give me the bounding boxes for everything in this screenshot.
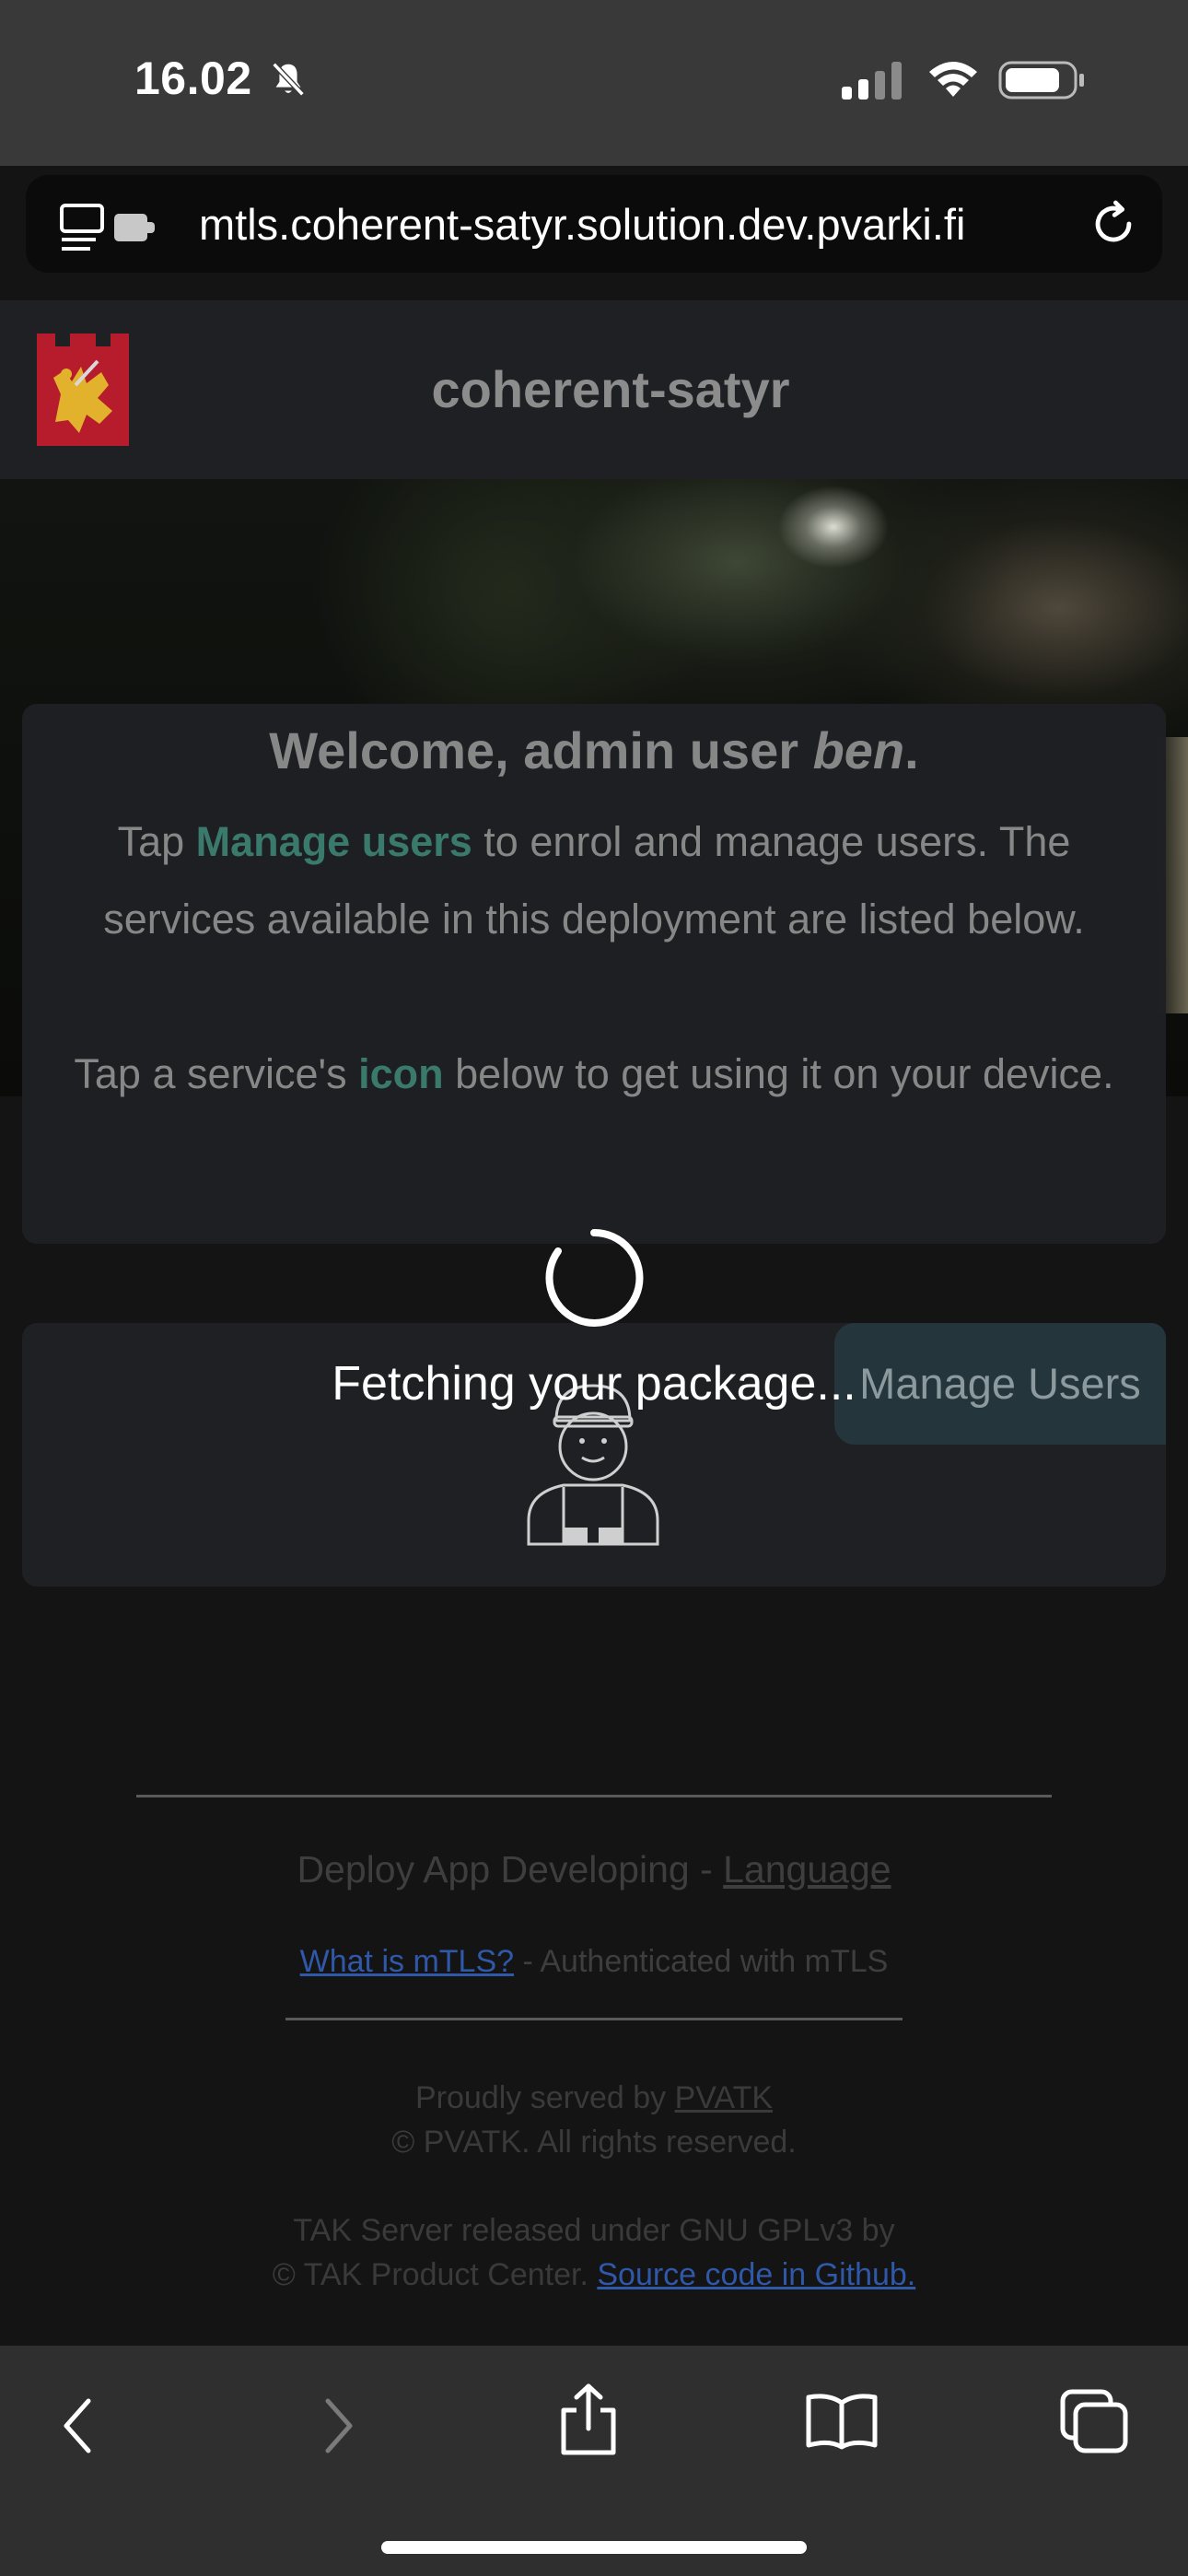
source-code-link[interactable]: Source code in Github. bbox=[597, 2257, 915, 2292]
footer-divider-top bbox=[136, 1795, 1052, 1797]
back-icon[interactable] bbox=[59, 2395, 96, 2456]
status-bar: 16.02 bbox=[0, 0, 1188, 166]
p1-text-before: Tap bbox=[117, 818, 196, 865]
loading-spinner-icon bbox=[545, 1228, 644, 1327]
what-is-mtls-link[interactable]: What is mTLS? bbox=[300, 1944, 514, 1979]
welcome-card: Welcome, admin user ben. Tap Manage user… bbox=[22, 704, 1166, 1244]
home-indicator bbox=[381, 2541, 807, 2554]
footer-served-by: Proudly served by PVATK bbox=[0, 2080, 1188, 2116]
welcome-title: Welcome, admin user ben. bbox=[22, 720, 1166, 780]
mtls-status-text: - Authenticated with mTLS bbox=[514, 1944, 889, 1979]
loading-text: Fetching your package... bbox=[332, 1357, 856, 1411]
footer-tak-license: TAK Server released under GNU GPLv3 by bbox=[293, 2213, 895, 2248]
footer-app-text: Deploy App Developing - bbox=[297, 1848, 724, 1891]
footer-app-line: Deploy App Developing - Language bbox=[0, 1848, 1188, 1891]
status-time: 16.02 bbox=[134, 53, 252, 104]
tak-copyright-text: © TAK Product Center. bbox=[272, 2257, 598, 2292]
footer-tak-copyright: © TAK Product Center. Source code in Git… bbox=[0, 2257, 1188, 2293]
address-bar[interactable]: mtls.coherent-satyr.solution.dev.pvarki.… bbox=[26, 175, 1162, 273]
footer-mtls-line: What is mTLS? - Authenticated with mTLS bbox=[0, 1944, 1188, 1980]
welcome-paragraph-2: Tap a service's icon below to get using … bbox=[50, 1036, 1138, 1113]
p2-text-after: below to get using it on your device. bbox=[443, 1050, 1114, 1097]
reload-icon[interactable] bbox=[1087, 197, 1140, 251]
share-icon[interactable] bbox=[556, 2383, 621, 2456]
icon-highlight: icon bbox=[358, 1050, 444, 1097]
site-header: coherent-satyr bbox=[0, 300, 1188, 479]
welcome-username: ben bbox=[812, 721, 905, 779]
welcome-title-suffix: . bbox=[904, 721, 919, 779]
bookmarks-icon[interactable] bbox=[805, 2392, 879, 2451]
url-text[interactable]: mtls.coherent-satyr.solution.dev.pvarki.… bbox=[199, 199, 965, 250]
welcome-title-prefix: Welcome, admin user bbox=[269, 721, 813, 779]
site-title: coherent-satyr bbox=[431, 360, 790, 418]
p2-text-before: Tap a service's bbox=[74, 1050, 359, 1097]
welcome-paragraph-1: Tap Manage users to enrol and manage use… bbox=[50, 803, 1138, 958]
manage-users-link[interactable]: Manage users bbox=[196, 818, 472, 865]
footer-copyright: © PVATK. All rights reserved. bbox=[391, 2125, 797, 2160]
cellular-signal-icon bbox=[842, 62, 902, 100]
forward-icon[interactable] bbox=[320, 2395, 357, 2456]
served-by-text: Proudly served by bbox=[414, 2080, 675, 2115]
language-link[interactable]: Language bbox=[723, 1848, 891, 1891]
bell-slash-icon bbox=[272, 62, 305, 97]
pvatk-link[interactable]: PVATK bbox=[675, 2080, 773, 2115]
tabs-icon[interactable] bbox=[1059, 2388, 1129, 2454]
tab-extension-icon[interactable] bbox=[59, 203, 160, 254]
battery-icon bbox=[998, 61, 1084, 100]
footer-divider-bottom bbox=[285, 2018, 903, 2020]
wifi-icon bbox=[929, 62, 977, 97]
